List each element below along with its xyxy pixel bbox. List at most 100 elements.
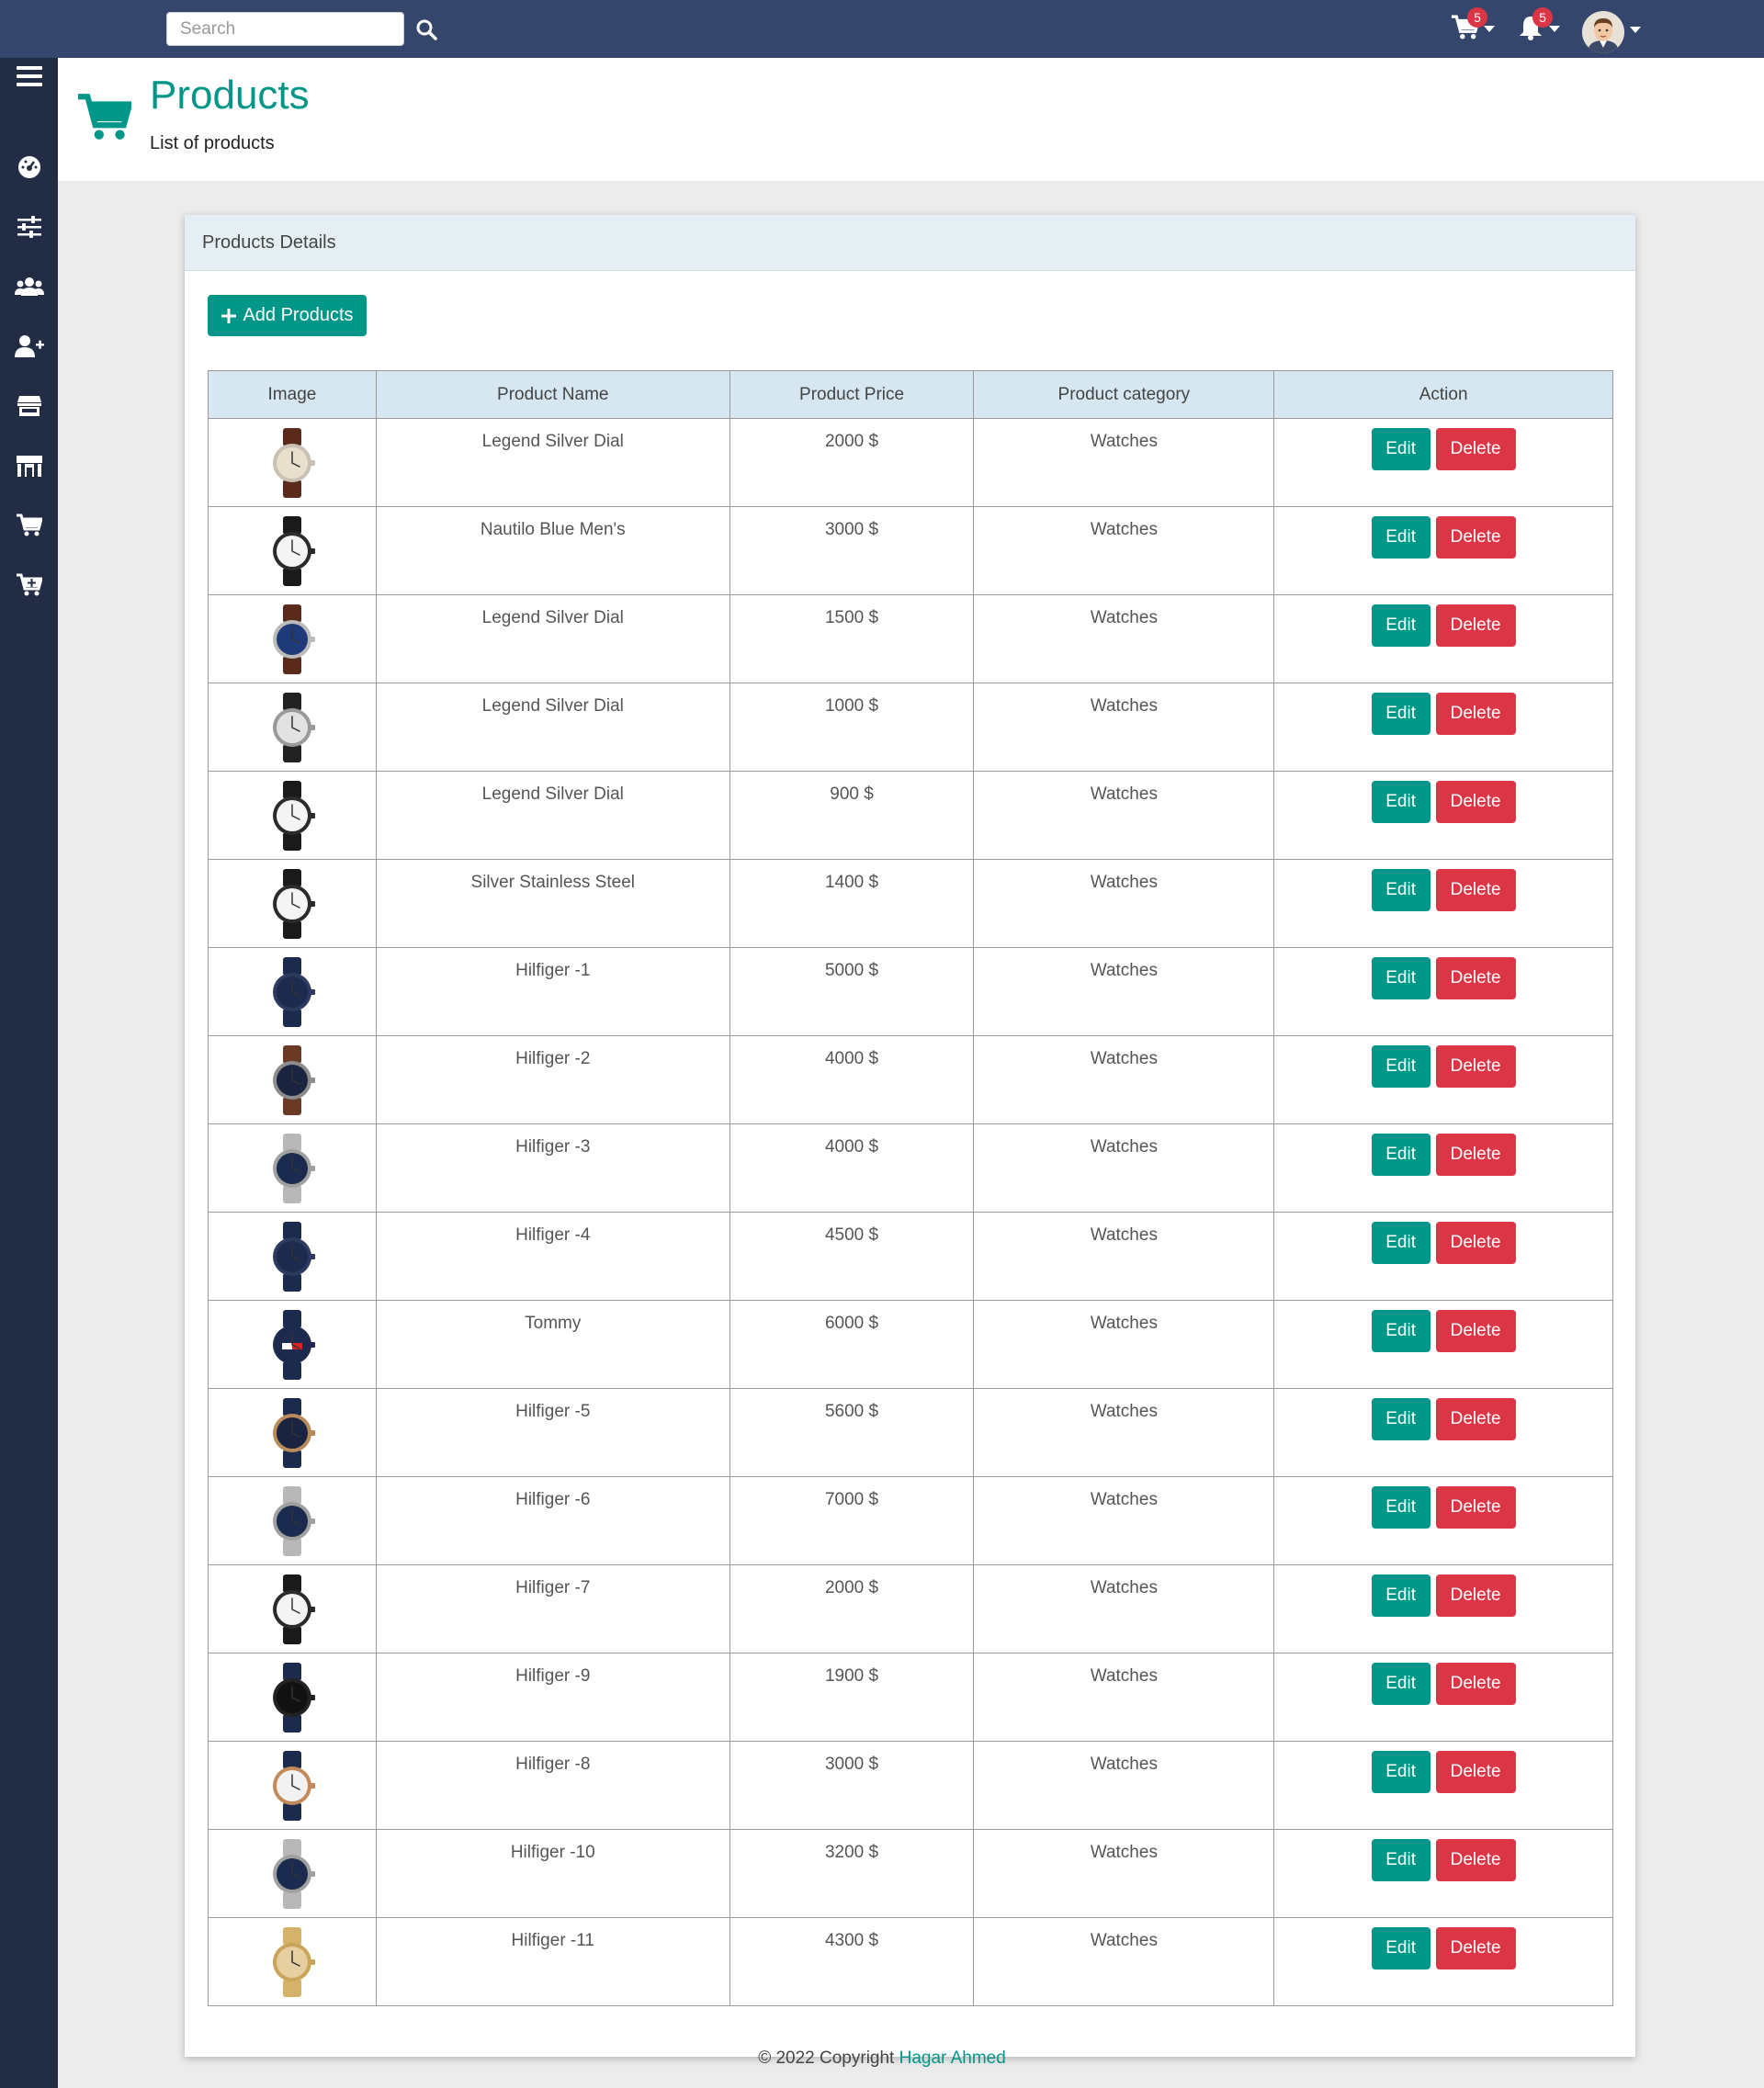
product-price-cell: 7000 $ bbox=[729, 1476, 975, 1565]
table-row: Legend Silver Dial 2000 $ Watches Edit Delet… bbox=[208, 418, 1613, 507]
delete-button[interactable]: Delete bbox=[1435, 1574, 1516, 1617]
delete-button[interactable]: Delete bbox=[1435, 1663, 1516, 1705]
delete-button[interactable]: Delete bbox=[1435, 516, 1516, 559]
edit-button[interactable]: Edit bbox=[1371, 1222, 1430, 1264]
table-row: Nautilo Blue Men's 3000 $ Watches Edit Delet… bbox=[208, 506, 1613, 595]
cart-icon[interactable] bbox=[0, 502, 58, 548]
footer-copyright: © 2022 Copyright bbox=[758, 2048, 895, 2068]
edit-button[interactable]: Edit bbox=[1371, 957, 1430, 999]
product-image-cell bbox=[208, 1212, 377, 1301]
delete-button[interactable]: Delete bbox=[1435, 957, 1516, 999]
sliders-icon[interactable] bbox=[0, 204, 58, 250]
store-icon[interactable] bbox=[0, 383, 58, 429]
edit-button[interactable]: Edit bbox=[1371, 781, 1430, 823]
edit-button[interactable]: Edit bbox=[1371, 1927, 1430, 1969]
delete-button[interactable]: Delete bbox=[1435, 1045, 1516, 1088]
cart-plus-icon[interactable] bbox=[0, 562, 58, 608]
action-cell: Edit Delete bbox=[1273, 1653, 1613, 1742]
edit-button[interactable]: Edit bbox=[1371, 1310, 1430, 1352]
product-name-cell: Legend Silver Dial bbox=[375, 418, 730, 507]
delete-button[interactable]: Delete bbox=[1435, 1839, 1516, 1881]
product-category-cell: Watches bbox=[973, 418, 1275, 507]
product-name-cell: Hilfiger -10 bbox=[375, 1829, 730, 1918]
topbar: 5 5 bbox=[0, 0, 1764, 58]
plus-icon bbox=[221, 308, 237, 323]
product-category-cell: Watches bbox=[973, 859, 1275, 948]
shop-icon[interactable] bbox=[0, 443, 58, 489]
search-input[interactable] bbox=[166, 12, 404, 46]
delete-button[interactable]: Delete bbox=[1435, 1310, 1516, 1352]
product-name-cell: Tommy bbox=[375, 1300, 730, 1389]
edit-button[interactable]: Edit bbox=[1371, 1663, 1430, 1705]
action-cell: Edit Delete bbox=[1273, 1829, 1613, 1918]
action-cell: Edit Delete bbox=[1273, 1741, 1613, 1830]
chevron-down-icon bbox=[1484, 26, 1495, 32]
product-category-cell: Watches bbox=[973, 1212, 1275, 1301]
delete-button[interactable]: Delete bbox=[1435, 428, 1516, 470]
edit-button[interactable]: Edit bbox=[1371, 1045, 1430, 1088]
delete-button[interactable]: Delete bbox=[1435, 604, 1516, 647]
sidebar bbox=[0, 0, 58, 2088]
table-row: Hilfiger -9 1900 $ Watches Edit Delete bbox=[208, 1653, 1613, 1742]
product-image bbox=[266, 1486, 318, 1561]
delete-button[interactable]: Delete bbox=[1435, 1751, 1516, 1793]
product-price-cell: 3200 $ bbox=[729, 1829, 975, 1918]
product-price-cell: 5600 $ bbox=[729, 1388, 975, 1477]
chevron-down-icon[interactable] bbox=[1630, 27, 1641, 33]
dashboard-icon[interactable] bbox=[0, 144, 58, 190]
edit-button[interactable]: Edit bbox=[1371, 1574, 1430, 1617]
products-card: Products Details Add Products Image Prod… bbox=[185, 215, 1635, 2057]
delete-button[interactable]: Delete bbox=[1435, 693, 1516, 735]
search-icon[interactable] bbox=[415, 18, 439, 42]
edit-button[interactable]: Edit bbox=[1371, 604, 1430, 647]
table-row: Hilfiger -8 3000 $ Watches Edit Delete bbox=[208, 1741, 1613, 1830]
edit-button[interactable]: Edit bbox=[1371, 1134, 1430, 1176]
edit-button[interactable]: Edit bbox=[1371, 1486, 1430, 1529]
notification-badge: 5 bbox=[1532, 7, 1553, 28]
avatar[interactable] bbox=[1582, 11, 1624, 53]
product-image-cell bbox=[208, 859, 377, 948]
users-icon[interactable] bbox=[0, 264, 58, 310]
product-name-cell: Legend Silver Dial bbox=[375, 683, 730, 772]
edit-button[interactable]: Edit bbox=[1371, 1839, 1430, 1881]
topbar-notification-button[interactable]: 5 bbox=[1518, 7, 1560, 44]
edit-button[interactable]: Edit bbox=[1371, 869, 1430, 911]
table-row: Legend Silver Dial 1000 $ Watches Edit Delet… bbox=[208, 683, 1613, 772]
delete-button[interactable]: Delete bbox=[1435, 1398, 1516, 1440]
product-category-cell: Watches bbox=[973, 1564, 1275, 1653]
action-cell: Edit Delete bbox=[1273, 859, 1613, 948]
column-header-image: Image bbox=[208, 370, 377, 419]
product-image-cell bbox=[208, 1300, 377, 1389]
edit-button[interactable]: Edit bbox=[1371, 1751, 1430, 1793]
product-name-cell: Hilfiger -1 bbox=[375, 947, 730, 1036]
product-category-cell: Watches bbox=[973, 771, 1275, 860]
product-image-cell bbox=[208, 1476, 377, 1565]
menu-toggle-icon[interactable] bbox=[0, 53, 58, 99]
action-cell: Edit Delete bbox=[1273, 418, 1613, 507]
product-image bbox=[266, 1134, 318, 1208]
delete-button[interactable]: Delete bbox=[1435, 1134, 1516, 1176]
user-plus-icon[interactable] bbox=[0, 323, 58, 369]
action-cell: Edit Delete bbox=[1273, 947, 1613, 1036]
add-products-button[interactable]: Add Products bbox=[208, 295, 367, 336]
delete-button[interactable]: Delete bbox=[1435, 869, 1516, 911]
footer-author-link[interactable]: Hagar Ahmed bbox=[899, 2048, 1006, 2068]
product-image-cell bbox=[208, 947, 377, 1036]
edit-button[interactable]: Edit bbox=[1371, 1398, 1430, 1440]
action-cell: Edit Delete bbox=[1273, 1476, 1613, 1565]
delete-button[interactable]: Delete bbox=[1435, 1222, 1516, 1264]
edit-button[interactable]: Edit bbox=[1371, 693, 1430, 735]
product-name-cell: Hilfiger -2 bbox=[375, 1035, 730, 1124]
table-row: Hilfiger -10 3200 $ Watches Edit Delete bbox=[208, 1829, 1613, 1918]
edit-button[interactable]: Edit bbox=[1371, 428, 1430, 470]
delete-button[interactable]: Delete bbox=[1435, 1927, 1516, 1969]
table-row: Hilfiger -7 2000 $ Watches Edit Delete bbox=[208, 1564, 1613, 1653]
delete-button[interactable]: Delete bbox=[1435, 781, 1516, 823]
topbar-cart-button[interactable]: 5 bbox=[1451, 7, 1495, 44]
edit-button[interactable]: Edit bbox=[1371, 516, 1430, 559]
product-category-cell: Watches bbox=[973, 1829, 1275, 1918]
delete-button[interactable]: Delete bbox=[1435, 1486, 1516, 1529]
product-category-cell: Watches bbox=[973, 1035, 1275, 1124]
product-image-cell bbox=[208, 594, 377, 683]
add-products-label: Add Products bbox=[243, 305, 354, 325]
